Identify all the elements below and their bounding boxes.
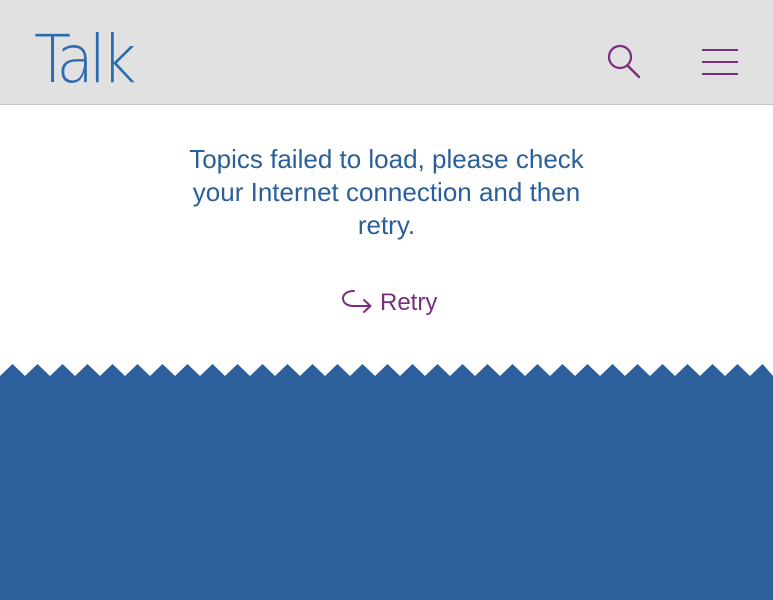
menu-button[interactable] [698,40,742,84]
zigzag-divider [0,364,773,600]
footer-wave-band [0,362,773,600]
retry-arrow-icon [341,290,372,313]
error-message: Topics failed to load, please check your… [189,144,584,240]
retry-button[interactable]: Retry [340,287,437,319]
retry-label: Retry [380,289,438,316]
error-panel: Topics failed to load, please check your… [0,105,773,365]
hamburger-menu-icon [702,49,738,75]
top-app-bar: Talk [0,0,773,105]
talk-logo[interactable]: Talk [34,20,137,100]
search-button[interactable] [602,40,646,84]
search-icon [607,44,641,79]
app-screen: Talk Topics failed to load, please check… [0,0,773,600]
